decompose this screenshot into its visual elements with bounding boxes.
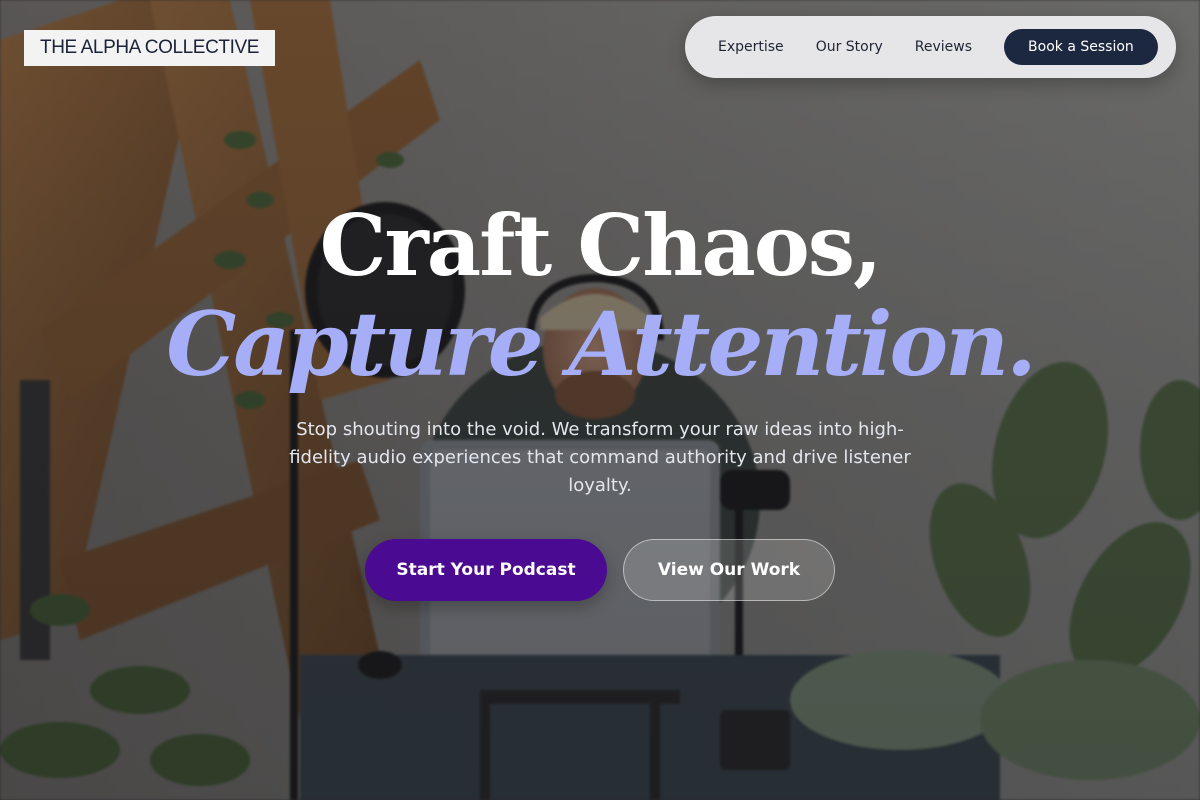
headline-line-1: Craft Chaos, xyxy=(319,196,883,295)
headline-line-2: Capture Attention. xyxy=(166,292,1037,396)
start-podcast-button[interactable]: Start Your Podcast xyxy=(365,539,607,601)
brand-logo[interactable]: THE ALPHA COLLECTIVE xyxy=(24,30,276,66)
book-session-button[interactable]: Book a Session xyxy=(1004,29,1158,65)
nav-link-expertise[interactable]: Expertise xyxy=(718,39,784,55)
view-work-button[interactable]: View Our Work xyxy=(623,539,835,601)
top-navigation: Expertise Our Story Reviews Book a Sessi… xyxy=(685,16,1176,78)
nav-link-our-story[interactable]: Our Story xyxy=(816,39,883,55)
hero-dark-overlay xyxy=(0,0,1200,800)
hero-headline: Craft Chaos, Capture Attention. xyxy=(0,196,1200,392)
nav-link-reviews[interactable]: Reviews xyxy=(915,39,972,55)
hero-subtitle: Stop shouting into the void. We transfor… xyxy=(289,419,911,496)
hero-section: THE ALPHA COLLECTIVE Expertise Our Story… xyxy=(0,0,1200,800)
